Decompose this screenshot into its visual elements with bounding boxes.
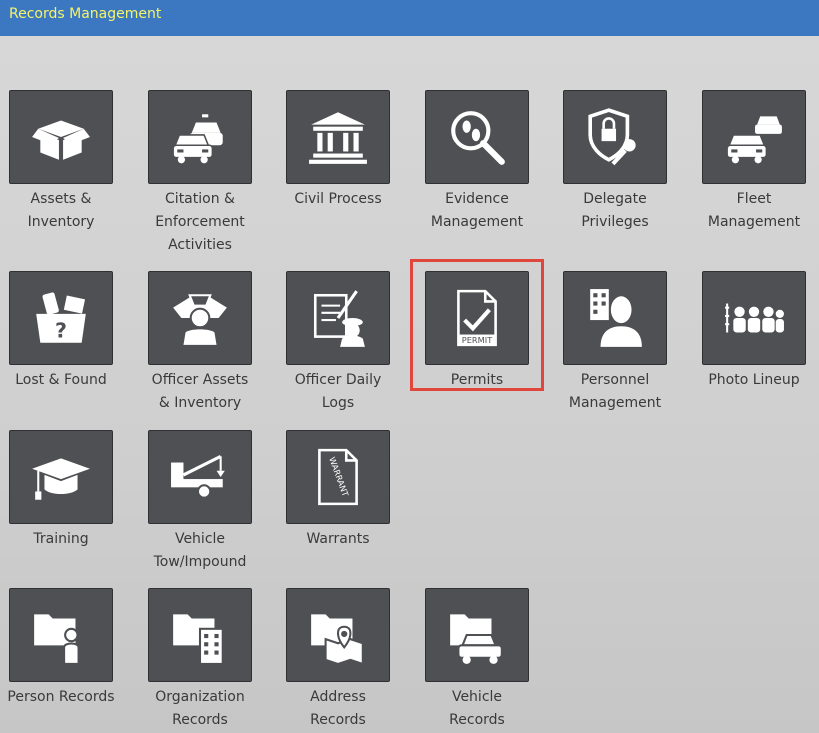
tile-label: Officer Daily Logs [294, 372, 382, 411]
tile-button[interactable] [563, 271, 667, 365]
tile-button[interactable] [148, 90, 252, 184]
courthouse-icon [309, 112, 367, 164]
tile-button[interactable] [286, 271, 390, 365]
tile-button[interactable]: WARRANT [286, 430, 390, 524]
permit-icon-text: PERMIT [462, 335, 493, 345]
tile-label: Vehicle Records [449, 689, 505, 728]
warrant-icon-text: WARRANT [327, 456, 351, 499]
lost-found-box-icon: ? [36, 292, 86, 343]
organization-folder-icon [173, 614, 224, 665]
tile-button[interactable] [286, 588, 390, 682]
vehicle-folder-icon [450, 614, 503, 664]
tile-button[interactable] [9, 90, 113, 184]
shield-key-icon [588, 108, 636, 166]
tile-label: Delegate Privileges [581, 191, 649, 230]
tile-label: Permits [450, 372, 504, 388]
tile-label: Officer Assets & Inventory [151, 372, 249, 411]
tile-label: Person Records [7, 689, 115, 705]
graduation-cap-icon [32, 458, 90, 500]
tile-button[interactable] [9, 430, 113, 524]
tile-label: Organization Records [155, 689, 245, 728]
lineup-icon [725, 303, 784, 333]
tile-label: Lost & Found [15, 372, 107, 388]
officer-assets-icon [173, 294, 227, 345]
magnifier-footprint-icon [451, 111, 505, 165]
tile-button[interactable] [563, 90, 667, 184]
tile-button[interactable]: ? [9, 271, 113, 365]
tile-label: Assets & Inventory [27, 191, 95, 230]
tile-label: Address Records [310, 689, 366, 728]
person-folder-icon [34, 614, 80, 665]
address-folder-icon [311, 614, 364, 666]
tile-button[interactable] [286, 90, 390, 184]
police-car-icon [172, 114, 223, 164]
tile-label: Fleet Management [707, 191, 801, 230]
open-box-icon [32, 120, 90, 160]
tile-label: Warrants [306, 531, 370, 547]
tile-label: Citation & Enforcement Activities [155, 191, 245, 253]
tile-button[interactable] [425, 90, 529, 184]
permit-document-icon: PERMIT [457, 289, 497, 347]
fleet-cars-icon [726, 116, 782, 164]
warrant-document-icon: WARRANT [318, 448, 358, 506]
tile-button[interactable] [148, 588, 252, 682]
tile-button[interactable] [702, 271, 806, 365]
tile-label: Training [33, 531, 89, 547]
tile-button[interactable] [148, 430, 252, 524]
tile-button[interactable]: PERMIT [425, 271, 529, 365]
tow-truck-icon [171, 454, 225, 499]
tile-button[interactable] [425, 588, 529, 682]
officer-notebook-icon [313, 290, 365, 347]
tile-label: Personnel Management [568, 372, 662, 411]
tile-label: Vehicle Tow/Impound [153, 531, 247, 570]
tile-button[interactable] [148, 271, 252, 365]
tile-label: Civil Process [294, 191, 382, 207]
window-title: Records Management [0, 0, 819, 36]
personnel-building-icon [590, 289, 642, 347]
tile-label: Evidence Management [430, 191, 524, 230]
svg-text:?: ? [55, 319, 67, 343]
tile-label: Photo Lineup [708, 372, 800, 388]
tile-button[interactable] [9, 588, 113, 682]
tile-button[interactable] [702, 90, 806, 184]
